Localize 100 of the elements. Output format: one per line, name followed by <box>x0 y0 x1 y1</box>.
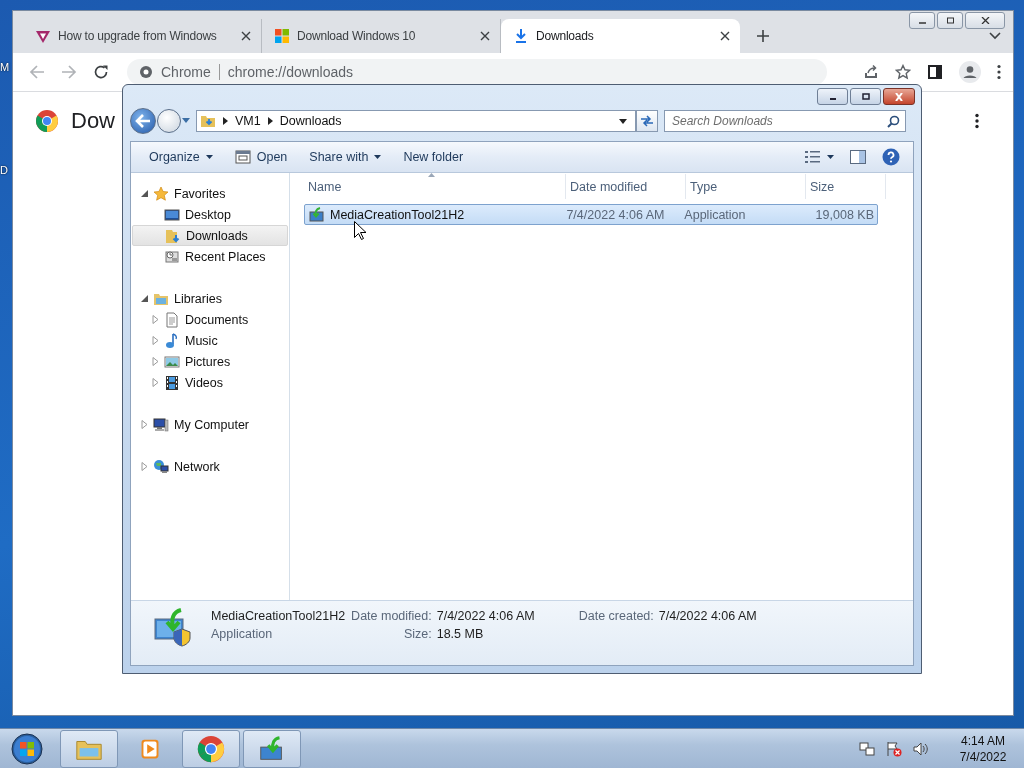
file-name[interactable]: MediaCreationTool21H2 <box>330 207 465 222</box>
forward-button[interactable] <box>157 109 181 133</box>
command-button[interactable]: Organize <box>139 145 223 169</box>
breadcrumb-item[interactable]: VM1 <box>235 114 261 128</box>
navigation-item[interactable]: Pictures <box>132 351 289 372</box>
details-file-name: MediaCreationTool21H2 <box>211 609 346 623</box>
share-icon[interactable] <box>863 64 879 80</box>
network-icon <box>153 458 169 475</box>
speaker-icon[interactable] <box>913 740 929 757</box>
close-button[interactable] <box>965 12 1005 29</box>
close-icon[interactable] <box>980 17 990 24</box>
expanded-arrow-icon[interactable] <box>141 190 148 197</box>
triangle-icon <box>35 28 51 44</box>
collapsed-arrow-icon[interactable] <box>141 462 148 471</box>
navigation-item[interactable]: My Computer <box>131 414 289 435</box>
collapsed-arrow-icon[interactable] <box>141 420 148 429</box>
close-button[interactable] <box>883 88 915 105</box>
file-row[interactable]: MediaCreationTool21H2 7/4/2022 4:06 AM Application 19,008 KB <box>304 204 878 225</box>
back-button[interactable] <box>130 108 156 134</box>
tab-title[interactable]: Download Windows 10 <box>297 29 473 43</box>
desktop-icon-label: D <box>0 164 8 176</box>
close-icon[interactable] <box>720 31 730 41</box>
tab-title[interactable]: How to upgrade from Windows <box>58 29 234 43</box>
collapsed-arrow-icon[interactable] <box>152 336 159 345</box>
column-header[interactable]: Date modified <box>566 174 686 199</box>
caret-icon[interactable] <box>827 155 834 159</box>
navigation-item[interactable]: Downloads <box>132 225 288 246</box>
bookmark-star-icon[interactable] <box>895 64 911 80</box>
menu-icon[interactable] <box>975 113 979 129</box>
expanded-arrow-icon[interactable] <box>141 295 148 302</box>
minimize-button[interactable] <box>817 88 848 105</box>
film-icon <box>164 374 180 391</box>
details-file-type: Application <box>211 627 274 641</box>
browser-tab[interactable]: Downloads <box>501 19 740 53</box>
chevron-down-icon[interactable] <box>989 32 1001 40</box>
details-label: Size: <box>402 627 432 641</box>
collapsed-arrow-icon[interactable] <box>152 315 159 324</box>
caret-icon[interactable] <box>374 155 382 159</box>
refresh-icon[interactable] <box>640 115 654 127</box>
taskbar-button[interactable] <box>243 729 301 768</box>
download-folder-icon <box>165 227 181 244</box>
app-icon <box>309 206 325 223</box>
taskbar-button[interactable] <box>182 729 240 768</box>
ring-logo-icon <box>35 109 59 133</box>
flag-icon[interactable] <box>886 740 902 757</box>
close-icon[interactable] <box>241 31 251 41</box>
side-panel-icon[interactable] <box>927 64 943 80</box>
preview-pane-icon[interactable] <box>850 150 866 164</box>
navigation-item[interactable]: Documents <box>132 309 289 330</box>
command-button[interactable]: Open <box>224 145 298 169</box>
menu-icon[interactable] <box>997 64 1001 80</box>
page-heading: Dow <box>71 108 115 134</box>
window-icon[interactable] <box>234 149 251 165</box>
maximize-button[interactable] <box>850 88 881 105</box>
navigation-item[interactable]: Favorites <box>131 183 289 204</box>
details-value: 7/4/2022 4:06 AM <box>658 609 757 623</box>
breadcrumb-item[interactable]: Downloads <box>279 114 342 128</box>
maximize-icon[interactable] <box>860 92 871 101</box>
collapsed-arrow-icon[interactable] <box>152 378 159 387</box>
chevron-right-icon[interactable] <box>267 117 273 125</box>
computer-icon <box>153 416 169 433</box>
restore-button[interactable] <box>937 12 963 29</box>
browser-tab[interactable]: How to upgrade from Windows <box>23 19 262 53</box>
star-icon <box>153 185 169 202</box>
details-label: Date created: <box>578 609 654 623</box>
search-field[interactable]: Search Downloads <box>664 110 906 132</box>
address-bar[interactable]: Chrome chrome://downloads <box>127 59 827 85</box>
caret-icon[interactable] <box>619 118 627 124</box>
caret-icon[interactable] <box>205 155 213 159</box>
navigation-item[interactable]: Desktop <box>132 204 289 225</box>
column-header[interactable]: Size <box>806 174 886 199</box>
restore-icon[interactable] <box>945 17 955 24</box>
chevron-right-icon[interactable] <box>223 117 228 125</box>
recent-places-icon <box>164 248 180 265</box>
search-icon[interactable] <box>887 115 900 128</box>
navigation-item[interactable]: Recent Places <box>132 246 289 267</box>
list-view-icon[interactable] <box>805 150 821 164</box>
clock-time[interactable]: 4:14 AM <box>961 733 1005 748</box>
folder-icon <box>200 113 216 129</box>
refresh-button[interactable] <box>636 110 658 132</box>
help-icon[interactable] <box>882 148 900 166</box>
navigation-item[interactable]: Videos <box>132 372 289 393</box>
navigation-item[interactable]: Network <box>131 456 289 477</box>
clock-date[interactable]: 7/4/2022 <box>959 749 1007 764</box>
reload-icon[interactable] <box>93 64 109 80</box>
network-icon[interactable] <box>859 740 875 757</box>
column-header[interactable]: Type <box>686 174 806 199</box>
navigation-item[interactable]: Music <box>132 330 289 351</box>
date-modified: 7/4/2022 4:06 AM <box>565 207 666 222</box>
close-icon[interactable] <box>480 31 490 41</box>
desktop-icon-label: M <box>0 61 10 73</box>
command-button[interactable]: New folder <box>393 145 474 169</box>
plus-icon[interactable] <box>756 29 770 43</box>
cursor-icon <box>354 221 366 240</box>
tab-title[interactable]: Downloads <box>536 29 713 43</box>
collapsed-arrow-icon[interactable] <box>152 357 159 366</box>
monitor-icon <box>164 206 180 223</box>
navigation-item[interactable]: Libraries <box>131 288 289 309</box>
command-button[interactable]: Share with <box>299 145 392 169</box>
profile-icon[interactable] <box>959 61 981 83</box>
